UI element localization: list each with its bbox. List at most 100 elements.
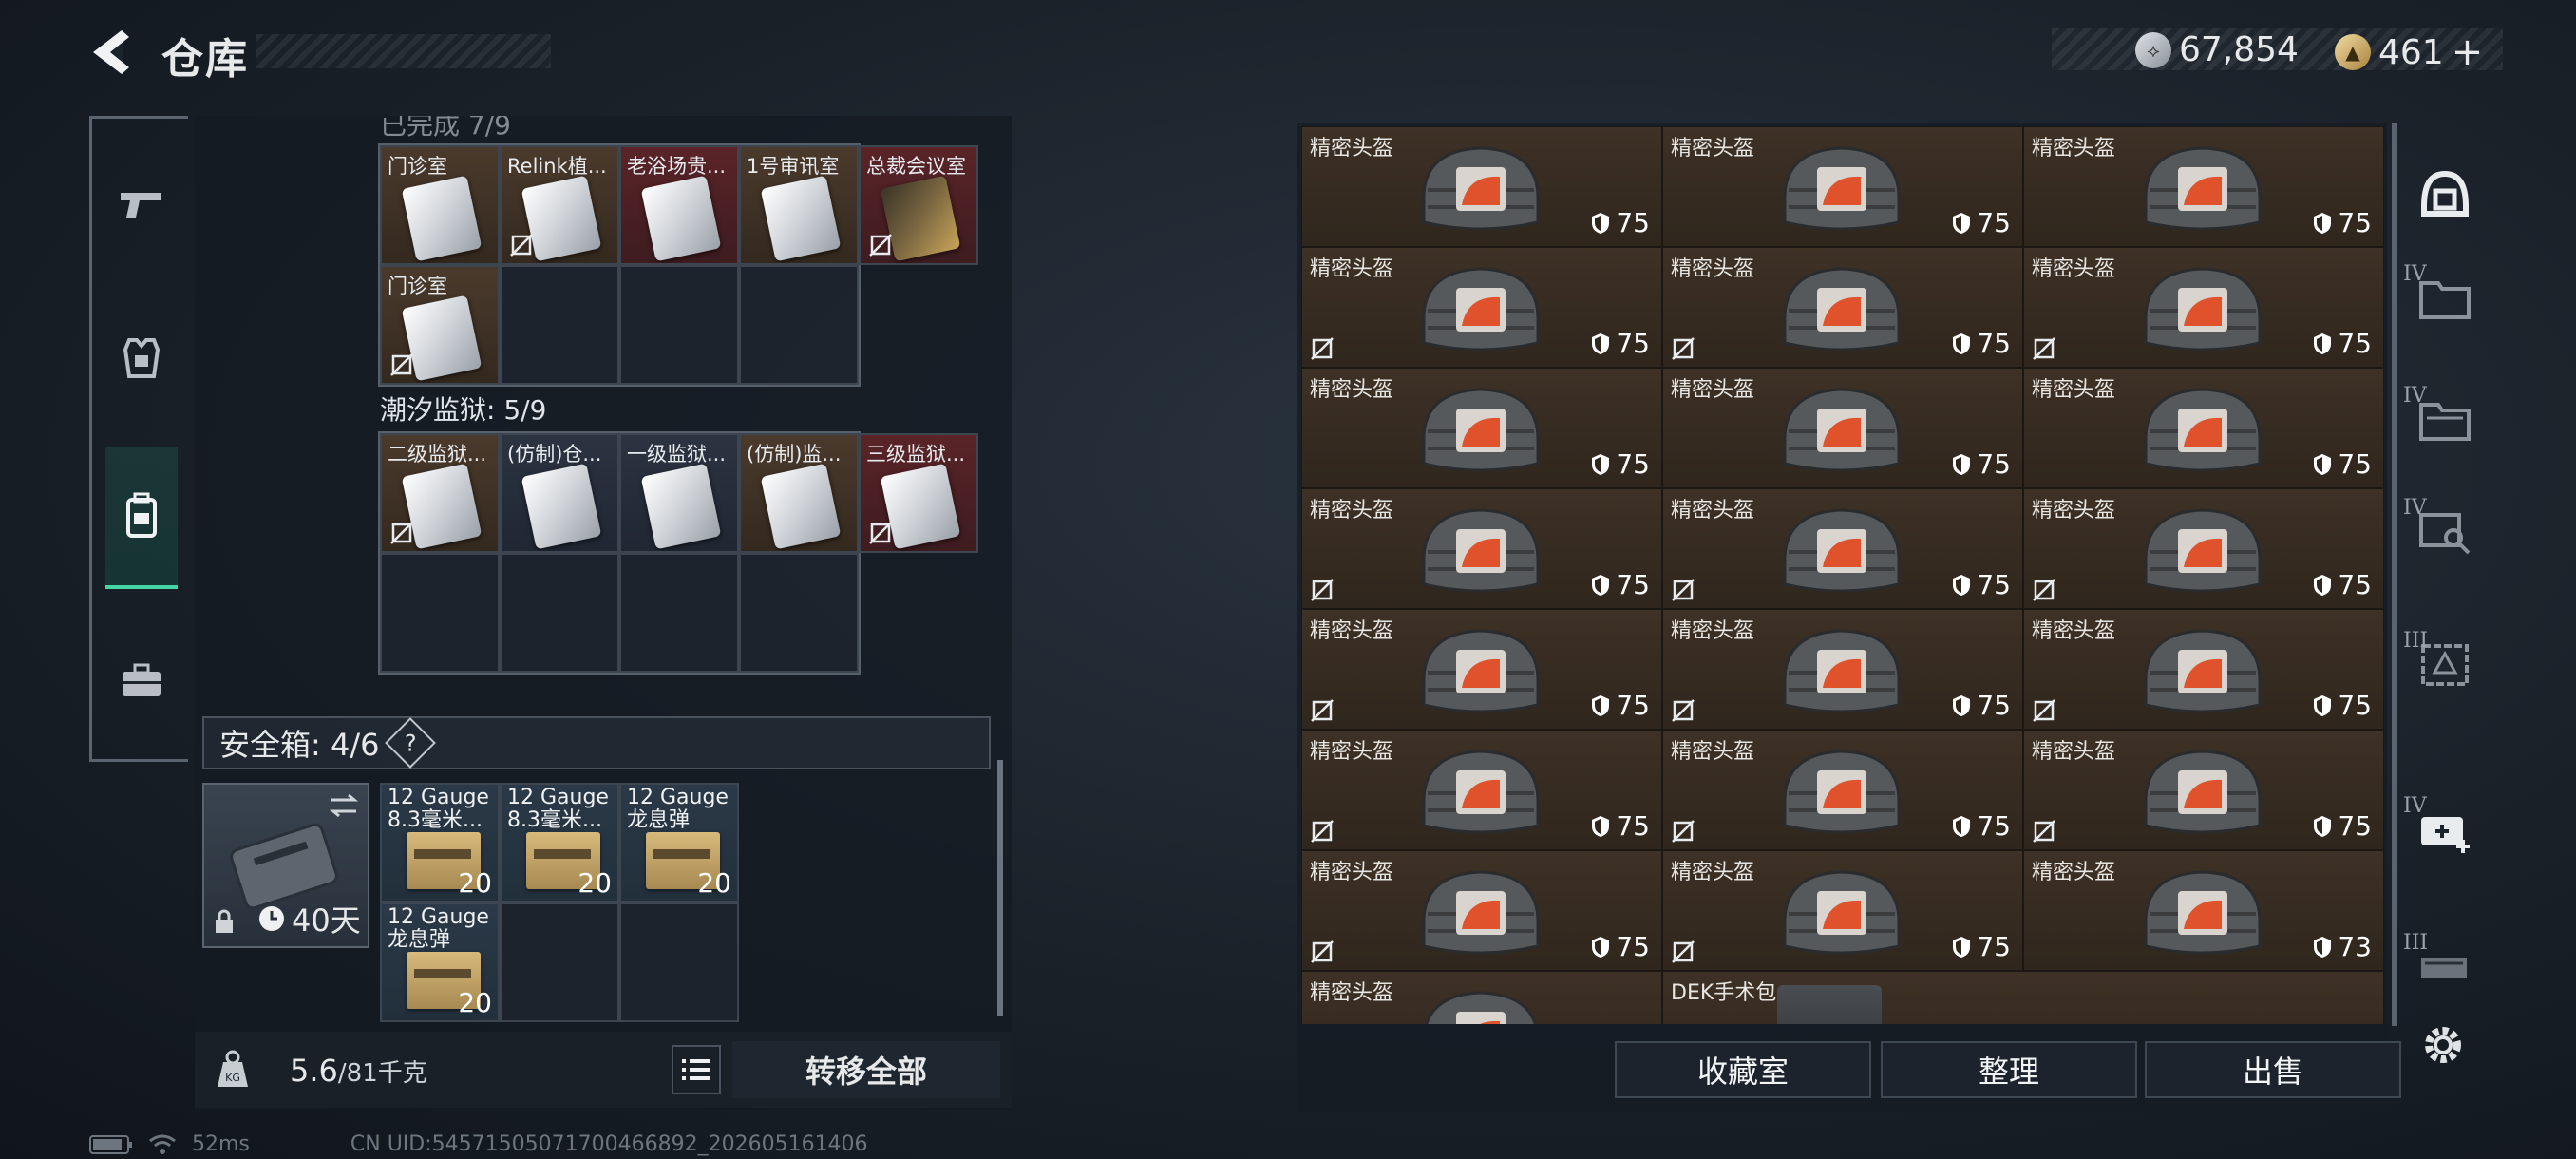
key-item[interactable]: 1号审讯室 — [739, 145, 859, 265]
back-button[interactable] — [84, 27, 141, 78]
helmet-item[interactable]: 精密头盔 75 — [2023, 126, 2384, 247]
weight-value: 5.6/81千克 — [290, 1053, 427, 1089]
helmet-item[interactable]: 精密头盔 75 — [1662, 488, 2023, 609]
nav-backpack[interactable] — [105, 446, 178, 589]
durability: 75 — [2313, 448, 2372, 480]
nav-toolbox[interactable] — [104, 643, 180, 719]
safe-box-count: 安全箱: 4/6 — [219, 727, 380, 763]
folder-tab-2[interactable]: IV — [2403, 367, 2487, 471]
durability-shield-icon — [2314, 936, 2332, 958]
gear-icon — [2425, 1027, 2461, 1063]
item-name: DEK手术包 — [1671, 981, 1777, 1005]
helmet-item[interactable]: 精密头盔 75 — [2023, 609, 2384, 730]
battery-icon — [89, 1134, 132, 1154]
helmet-item[interactable]: 精密头盔 75 — [2023, 730, 2384, 850]
key-empty-slot[interactable] — [500, 265, 619, 385]
collection-room-button[interactable]: 收藏室 — [1615, 1041, 1871, 1098]
safe-box-ammo[interactable]: 12 Gauge 8.3毫米... 20 — [500, 783, 619, 902]
helmet-image — [1783, 629, 1901, 713]
prison-key-item[interactable]: 二级监狱... — [380, 433, 500, 553]
safe-box-ammo[interactable]: 12 Gauge 8.3毫米... 20 — [380, 783, 500, 902]
key-item[interactable]: 门诊室 — [380, 265, 500, 385]
medkit-tab[interactable]: IV — [2403, 777, 2487, 882]
silver-coin-icon: ⟡ — [2135, 31, 2171, 68]
map-tab[interactable]: III — [2403, 612, 2487, 716]
helmet-item[interactable]: 精密头盔 75 — [1662, 368, 2023, 488]
no-trade-icon — [2033, 820, 2055, 843]
sell-button[interactable]: 出售 — [2145, 1041, 2401, 1098]
key-tab[interactable]: IV — [2403, 479, 2487, 583]
durability: 75 — [1952, 448, 2011, 480]
helmet-item[interactable]: 精密头盔 75 — [1662, 609, 2023, 730]
helmet-item[interactable]: 精密头盔 75 — [1301, 850, 1662, 971]
nav-weapons[interactable] — [104, 166, 180, 242]
storage-scrollbar[interactable] — [2392, 124, 2397, 1026]
helmet-item[interactable]: 精密头盔 75 — [1301, 368, 1662, 488]
helmet-image — [1422, 750, 1540, 834]
safe-box-ammo[interactable]: 12 Gauge 龙息弹 20 — [380, 902, 500, 1022]
prison-key-item[interactable]: 一级监狱... — [619, 433, 739, 553]
helmet-tab[interactable] — [2403, 142, 2487, 247]
helmet-item[interactable]: 精密头盔 75 — [1301, 247, 1662, 368]
helmet-item[interactable]: 精密头盔 73 — [2023, 850, 2384, 971]
durability-shield-icon — [1953, 332, 1971, 354]
gold-currency[interactable]: ▲ 461 + — [2335, 30, 2483, 74]
prison-key-empty-slot[interactable] — [380, 553, 500, 673]
helmet-item[interactable]: 精密头盔 75 — [2023, 368, 2384, 488]
prison-key-empty-slot[interactable] — [619, 553, 739, 673]
helmet-item[interactable]: 精密头盔 75 — [2023, 247, 2384, 368]
prison-key-empty-slot[interactable] — [500, 553, 619, 673]
key-item[interactable]: 门诊室 — [380, 145, 500, 265]
vest-icon — [123, 338, 161, 378]
safe-box-item[interactable]: 40天 — [202, 783, 369, 948]
list-view-button[interactable] — [672, 1045, 721, 1094]
transfer-all-button[interactable]: 转移全部 — [732, 1041, 1000, 1098]
folder-tab-1[interactable]: IV — [2403, 245, 2487, 350]
prison-key-item[interactable]: (仿制)仓... — [500, 433, 619, 553]
durability: 75 — [1952, 328, 2011, 359]
ammo-tab[interactable]: III — [2403, 914, 2487, 1018]
ammo-count: 20 — [458, 867, 492, 899]
key-empty-slot[interactable] — [619, 265, 739, 385]
helmet-item[interactable]: 精密头盔 75 — [1662, 850, 2023, 971]
nav-armor[interactable] — [104, 320, 180, 396]
helmet-item[interactable]: 精密头盔 75 — [1662, 126, 2023, 247]
durability-shield-icon — [2314, 574, 2332, 596]
help-button[interactable]: ? — [385, 717, 437, 769]
add-gold-button[interactable]: + — [2452, 30, 2484, 74]
backpack-scrollbar[interactable] — [997, 760, 1003, 1016]
prison-key-empty-slot[interactable] — [739, 553, 859, 673]
settings-button[interactable] — [2420, 1022, 2466, 1072]
helmet-item[interactable]: 精密头盔 — [1301, 971, 1662, 1024]
helmet-item[interactable]: 精密头盔 75 — [1301, 488, 1662, 609]
durability: 75 — [1591, 569, 1650, 600]
helmet-item[interactable]: 精密头盔 75 — [1662, 247, 2023, 368]
ammo-name: 12 Gauge 龙息弹 — [627, 786, 729, 832]
prison-key-item[interactable]: 三级监狱... — [859, 433, 978, 553]
durability: 75 — [1591, 328, 1650, 359]
helmet-item[interactable]: 精密头盔 75 — [1662, 730, 2023, 850]
item-name: 精密头盔 — [2032, 257, 2116, 281]
swap-icon[interactable] — [328, 792, 360, 819]
prison-key-item[interactable]: (仿制)监... — [739, 433, 859, 553]
medkit-item[interactable]: DEK手术包 — [1662, 971, 2384, 1024]
item-name: 精密头盔 — [1671, 378, 1755, 402]
helmet-item[interactable]: 精密头盔 75 — [1301, 609, 1662, 730]
helmet-item[interactable]: 精密头盔 75 — [1301, 730, 1662, 850]
weight-max: /81千克 — [337, 1059, 427, 1088]
organize-button[interactable]: 整理 — [1881, 1041, 2137, 1098]
key-item[interactable]: 总裁会议室 — [859, 145, 978, 265]
keycard-image — [521, 463, 602, 550]
helmet-image — [1783, 750, 1901, 834]
tier-badge: IV — [2403, 384, 2427, 408]
safe-box-empty-slot[interactable] — [500, 902, 619, 1022]
no-trade-icon — [390, 522, 413, 544]
key-empty-slot[interactable] — [739, 265, 859, 385]
key-item[interactable]: 老浴场贵... — [619, 145, 739, 265]
safe-box-empty-slot[interactable] — [619, 902, 739, 1022]
helmet-item[interactable]: 精密头盔 75 — [1301, 126, 1662, 247]
safe-box-ammo[interactable]: 12 Gauge 龙息弹 20 — [619, 783, 739, 902]
key-item[interactable]: Relink植... — [500, 145, 619, 265]
item-name: 精密头盔 — [2032, 619, 2116, 643]
helmet-item[interactable]: 精密头盔 75 — [2023, 488, 2384, 609]
